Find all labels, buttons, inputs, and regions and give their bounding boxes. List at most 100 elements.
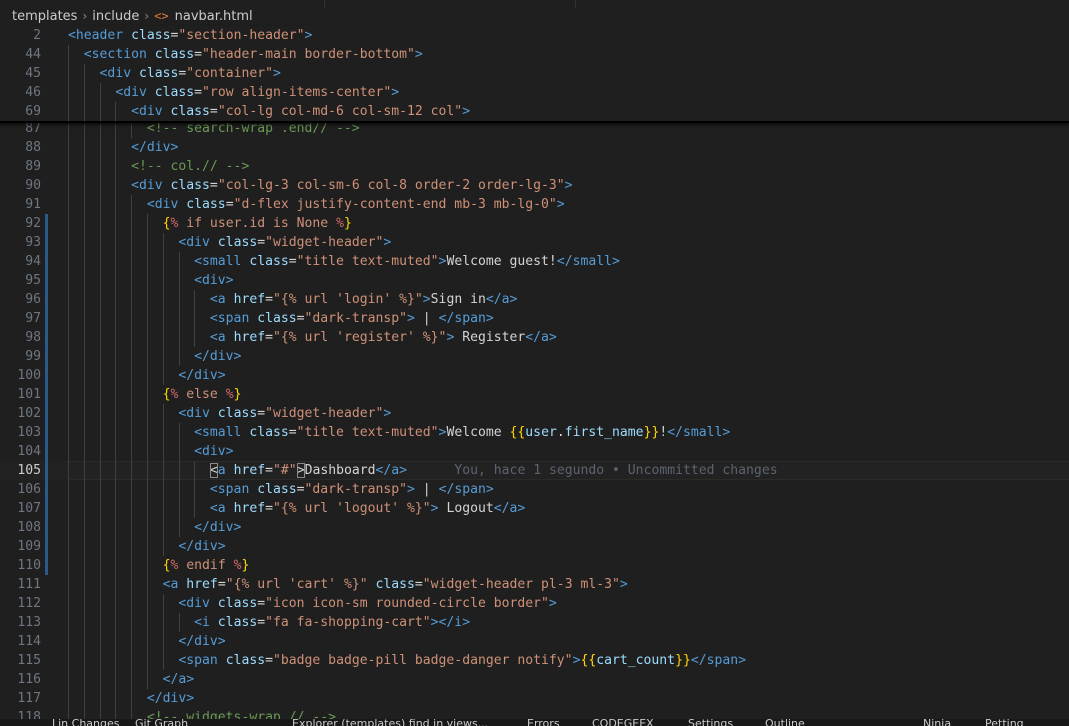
- code-token: class: [154, 47, 195, 62]
- code-line[interactable]: 96 <a href="{% url 'login' %}">Sign in</…: [0, 290, 1069, 309]
- code-line[interactable]: 110 {% endif %}: [0, 556, 1069, 575]
- code-token: <span: [178, 653, 226, 668]
- code-token: class: [170, 178, 210, 193]
- code-line[interactable]: 95 <div>: [0, 271, 1069, 290]
- code-line[interactable]: 94 <small class="title text-muted">Welco…: [0, 252, 1069, 271]
- code-line[interactable]: 101 {% else %}: [0, 385, 1069, 404]
- code-line[interactable]: 105 <a href="#">Dashboard</a> You, hace …: [0, 461, 1069, 480]
- breadcrumb-folder-templates[interactable]: templates: [12, 9, 77, 24]
- status-item[interactable]: Lin Changes: [52, 719, 120, 726]
- line-number: 113: [17, 615, 41, 630]
- code-line[interactable]: 117 </div>: [0, 689, 1069, 708]
- code-token: Sign in: [430, 292, 486, 307]
- code-token: >: [407, 311, 415, 326]
- code-token: "icon icon-sm rounded-circle border": [265, 596, 549, 611]
- code-token: first_name: [564, 425, 644, 440]
- code-line[interactable]: 2 <header class="section-header">: [0, 26, 1069, 45]
- code-line[interactable]: 92 {% if user.id is None %}: [0, 214, 1069, 233]
- code-token: </small>: [556, 254, 620, 269]
- status-bar: Lin Changes Git Graph Explorer (templates)…: [0, 719, 1069, 726]
- code-line[interactable]: 88 </div>: [0, 138, 1069, 157]
- code-line[interactable]: 103 <small class="title text-muted">Welc…: [0, 423, 1069, 442]
- modified-lines-indicator[interactable]: [45, 271, 48, 290]
- status-item[interactable]: Errors: [527, 719, 560, 726]
- status-item[interactable]: Outline: [765, 719, 805, 726]
- line-number: 101: [17, 387, 41, 402]
- code-line[interactable]: 97 <span class="dark-transp"> | </span>: [0, 309, 1069, 328]
- code-token: =: [194, 85, 203, 100]
- modified-lines-indicator[interactable]: [45, 233, 48, 252]
- modified-lines-indicator[interactable]: [45, 442, 48, 461]
- code-text: <div class="row align-items-center">: [68, 83, 399, 102]
- modified-lines-indicator[interactable]: [45, 404, 48, 423]
- code-line[interactable]: 104 <div>: [0, 442, 1069, 461]
- code-line[interactable]: 109 </div>: [0, 537, 1069, 556]
- code-text: <span class="dark-transp"> | </span>: [68, 309, 494, 328]
- code-token: </a>: [162, 672, 195, 687]
- code-editor[interactable]: 87 <!-- search-wrap .end// --> 88 </div> 8…: [0, 121, 1069, 721]
- sticky-scroll-header[interactable]: 2 <header class="section-header"> 44 <sect…: [0, 26, 1069, 122]
- code-text: <a href="{% url 'logout' %}"> Logout</a>: [68, 499, 525, 518]
- modified-lines-indicator[interactable]: [45, 480, 48, 499]
- code-line[interactable]: 93 <div class="widget-header">: [0, 233, 1069, 252]
- code-line[interactable]: 107 <a href="{% url 'logout' %}"> Logout…: [0, 499, 1069, 518]
- code-line[interactable]: 89 <!-- col.// -->: [0, 157, 1069, 176]
- modified-lines-indicator[interactable]: [45, 252, 48, 271]
- modified-lines-indicator[interactable]: [45, 347, 48, 366]
- code-line[interactable]: 69 <div class="col-lg col-md-6 col-sm-12…: [0, 102, 1069, 121]
- modified-lines-indicator[interactable]: [45, 214, 48, 233]
- modified-lines-indicator[interactable]: [45, 556, 48, 575]
- code-line[interactable]: 44 <section class="header-main border-bo…: [0, 45, 1069, 64]
- tab-divider: [575, 0, 576, 8]
- code-text: </div>: [68, 347, 241, 366]
- code-token: <div: [178, 596, 218, 611]
- code-line[interactable]: 100 </div>: [0, 366, 1069, 385]
- modified-lines-indicator[interactable]: [45, 328, 48, 347]
- code-line[interactable]: 113 <i class="fa fa-shopping-cart"></i>: [0, 613, 1069, 632]
- modified-lines-indicator[interactable]: [45, 423, 48, 442]
- code-line[interactable]: 102 <div class="widget-header">: [0, 404, 1069, 423]
- modified-lines-indicator[interactable]: [45, 290, 48, 309]
- line-number: 100: [17, 368, 41, 383]
- status-item[interactable]: Git Graph: [135, 719, 188, 726]
- modified-lines-indicator[interactable]: [45, 461, 48, 480]
- status-item[interactable]: Petting: [985, 719, 1024, 726]
- code-token: <div>: [194, 273, 234, 288]
- code-line[interactable]: 106 <span class="dark-transp"> | </span>: [0, 480, 1069, 499]
- status-item[interactable]: Ninja: [923, 719, 951, 726]
- code-token: class: [249, 254, 289, 269]
- code-line[interactable]: 45 <div class="container">: [0, 64, 1069, 83]
- code-text: </a>: [68, 670, 195, 689]
- code-line[interactable]: 46 <div class="row align-items-center">: [0, 83, 1069, 102]
- code-line[interactable]: 114 </div>: [0, 632, 1069, 651]
- code-token: cart_count: [596, 653, 676, 668]
- code-line[interactable]: 111 <a href="{% url 'cart' %}" class="wi…: [0, 575, 1069, 594]
- code-token: a: [217, 463, 234, 478]
- code-line[interactable]: 98 <a href="{% url 'register' %}"> Regis…: [0, 328, 1069, 347]
- breadcrumb-file-name[interactable]: navbar.html: [175, 9, 253, 24]
- modified-lines-indicator[interactable]: [45, 518, 48, 537]
- modified-lines-indicator[interactable]: [45, 537, 48, 556]
- code-line[interactable]: 108 </div>: [0, 518, 1069, 537]
- code-line[interactable]: 99 </div>: [0, 347, 1069, 366]
- status-item[interactable]: Settings: [688, 719, 733, 726]
- line-number: 91: [25, 197, 41, 212]
- code-line[interactable]: 91 <div class="d-flex justify-content-en…: [0, 195, 1069, 214]
- code-line[interactable]: 90 <div class="col-lg-3 col-sm-6 col-8 o…: [0, 176, 1069, 195]
- code-line[interactable]: 116 </a>: [0, 670, 1069, 689]
- breadcrumb-folder-include[interactable]: include: [92, 9, 139, 24]
- code-line[interactable]: 115 <span class="badge badge-pill badge-…: [0, 651, 1069, 670]
- code-token: "col-lg col-md-6 col-sm-12 col": [217, 104, 463, 119]
- code-line[interactable]: 112 <div class="icon icon-sm rounded-cir…: [0, 594, 1069, 613]
- code-token: >: [564, 178, 573, 193]
- status-item[interactable]: Explorer (templates) find in views...: [292, 719, 488, 726]
- code-text: </div>: [68, 632, 225, 651]
- line-number: 94: [25, 254, 41, 269]
- modified-lines-indicator[interactable]: [45, 366, 48, 385]
- code-token: </span>: [438, 482, 494, 497]
- modified-lines-indicator[interactable]: [45, 385, 48, 404]
- code-line[interactable]: 87 <!-- search-wrap .end// -->: [0, 121, 1069, 138]
- modified-lines-indicator[interactable]: [45, 499, 48, 518]
- status-item[interactable]: CODEGEEX: [592, 719, 654, 726]
- modified-lines-indicator[interactable]: [45, 309, 48, 328]
